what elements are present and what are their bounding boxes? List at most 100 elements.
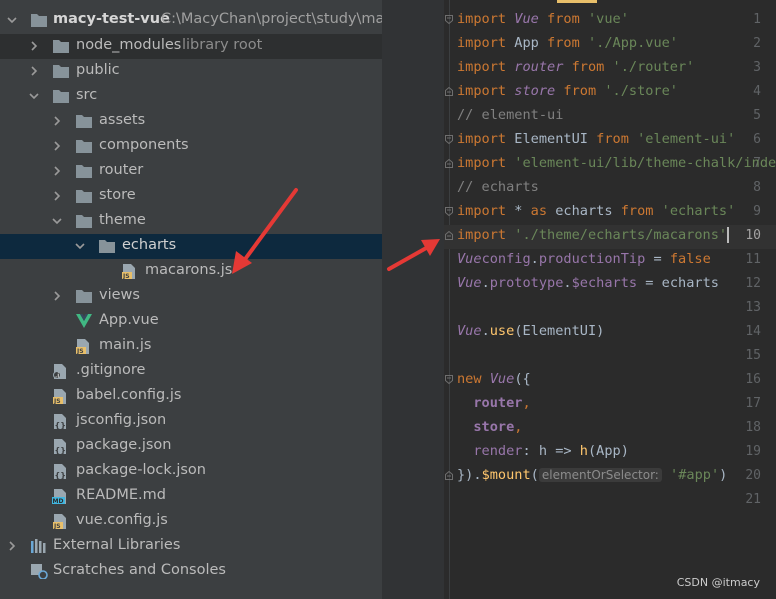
tree-item-label: router <box>99 162 144 178</box>
tree-row-main-js[interactable]: JS main.js <box>0 334 382 359</box>
tree-row-router[interactable]: router <box>0 159 382 184</box>
parameter-hint: elementOrSelector: <box>538 468 662 482</box>
fold-marker-icon[interactable] <box>445 15 453 24</box>
tree-row-node-modules[interactable]: node_modules library root <box>0 34 382 59</box>
project-path: C:\MacyChan\project\study\macy <box>161 11 382 27</box>
line-number: 21 <box>745 492 761 507</box>
code-line-2[interactable]: import App from './App.vue' <box>457 35 678 51</box>
folder-icon <box>75 188 93 204</box>
keyword: import <box>457 11 515 27</box>
assignment: = echarts <box>637 275 719 291</box>
fold-marker-icon[interactable] <box>445 207 453 216</box>
tree-row-views[interactable]: views <box>0 284 382 309</box>
javascript-file-icon: JS <box>52 513 70 530</box>
code-line-7[interactable]: import 'element-ui/lib/theme-chalk/index <box>457 155 776 171</box>
code-line-9[interactable]: import * as echarts from 'echarts' <box>457 203 735 219</box>
tree-row-jsconfig[interactable]: {} jsconfig.json <box>0 409 382 434</box>
tree-row-package-lock[interactable]: {} package-lock.json <box>0 459 382 484</box>
property: $echarts <box>571 275 638 291</box>
code-line-17[interactable]: router, <box>457 395 530 411</box>
chevron-down-icon[interactable] <box>29 91 39 101</box>
comment: // echarts <box>457 179 539 195</box>
fold-marker-icon[interactable] <box>445 135 453 144</box>
code-line-10[interactable]: import './theme/echarts/macarons' <box>457 227 730 243</box>
tree-item-label: jsconfig.json <box>76 412 167 428</box>
tree-item-label: External Libraries <box>53 537 181 553</box>
code-line-8[interactable]: // echarts <box>457 179 539 195</box>
tree-row-scratches[interactable]: Scratches and Consoles <box>0 559 382 584</box>
chevron-right-icon[interactable] <box>7 541 17 551</box>
code-line-16[interactable]: new Vue({ <box>457 371 531 387</box>
tree-item-label: store <box>99 187 136 203</box>
folder-icon <box>75 113 93 129</box>
folder-icon <box>98 238 116 254</box>
line-number: 19 <box>745 444 761 459</box>
identifier: Vue <box>457 275 482 291</box>
chevron-right-icon[interactable] <box>52 191 62 201</box>
code-line-4[interactable]: import store from './store' <box>457 83 678 99</box>
chevron-right-icon[interactable] <box>52 116 62 126</box>
identifier: Vue <box>489 371 515 387</box>
tree-row-assets[interactable]: assets <box>0 109 382 134</box>
tree-row-components[interactable]: components <box>0 134 382 159</box>
code-line-19[interactable]: render: h => h(App) <box>457 443 629 459</box>
code-line-5[interactable]: // element-ui <box>457 107 563 123</box>
chevron-right-icon[interactable] <box>29 66 39 76</box>
code-line-11[interactable]: Vueconfig.productionTip = false <box>457 251 711 267</box>
tree-row-store[interactable]: store <box>0 184 382 209</box>
function-name: h <box>579 443 588 459</box>
tree-row-macarons-js[interactable]: JS macarons.js <box>0 259 382 284</box>
tree-item-label: README.md <box>76 487 166 503</box>
keyword: import <box>457 203 515 219</box>
tree-row-echarts[interactable]: echarts <box>0 234 382 259</box>
punctuation: ) <box>719 467 728 483</box>
chevron-right-icon[interactable] <box>52 141 62 151</box>
tree-row-app-vue[interactable]: App.vue <box>0 309 382 334</box>
tree-row-readme[interactable]: MD README.md <box>0 484 382 509</box>
chevron-down-icon[interactable] <box>75 241 85 251</box>
tree-row-theme[interactable]: theme <box>0 209 382 234</box>
tree-row-package-json[interactable]: {} package.json <box>0 434 382 459</box>
tree-item-label: views <box>99 287 140 303</box>
code-line-12[interactable]: Vue.prototype.$echarts = echarts <box>457 275 719 291</box>
chevron-right-icon[interactable] <box>29 41 39 51</box>
code-line-14[interactable]: Vue.use(ElementUI) <box>457 323 604 339</box>
tree-row-public[interactable]: public <box>0 59 382 84</box>
code-line-1[interactable]: import Vue from 'vue' <box>457 11 629 27</box>
chevron-down-icon[interactable] <box>52 216 62 226</box>
gitignore-file-icon: .i <box>52 363 70 380</box>
fold-marker-icon[interactable] <box>445 231 453 240</box>
punctuation: ({ <box>514 371 531 387</box>
tree-row-external-libraries[interactable]: External Libraries <box>0 534 382 559</box>
tree-item-label: Scratches and Consoles <box>53 562 226 578</box>
string: './theme/echarts/macarons' <box>514 227 728 243</box>
chevron-right-icon[interactable] <box>52 291 62 301</box>
code-line-20[interactable]: }).$mount(elementOrSelector: '#app') <box>457 467 727 483</box>
code-line-6[interactable]: import ElementUI from 'element-ui' <box>457 131 735 147</box>
fold-marker-icon[interactable] <box>445 375 453 384</box>
fold-marker-icon[interactable] <box>445 159 453 168</box>
line-number: 5 <box>753 108 761 123</box>
chevron-right-icon[interactable] <box>52 166 62 176</box>
fold-marker-icon[interactable] <box>445 471 453 480</box>
code-line-18[interactable]: store, <box>457 419 522 435</box>
tree-row-gitignore[interactable]: .i .gitignore <box>0 359 382 384</box>
code-editor[interactable]: 1 2 3 4 5 6 7 8 9 10 11 12 13 14 15 16 1… <box>382 0 776 599</box>
keyword: as <box>530 203 556 219</box>
line-number: 12 <box>745 276 761 291</box>
tree-row-babel-config[interactable]: JS babel.config.js <box>0 384 382 409</box>
tree-row-src[interactable]: src <box>0 84 382 109</box>
fold-marker-icon[interactable] <box>445 87 453 96</box>
line-number: 14 <box>745 324 761 339</box>
text-caret <box>727 227 730 243</box>
arguments: (App) <box>587 443 629 459</box>
tree-row-project-root[interactable]: macy-test-vue C:\MacyChan\project\study\… <box>0 8 382 33</box>
tree-item-label: src <box>76 87 98 103</box>
markdown-file-icon: MD <box>52 488 70 505</box>
tree-item-label: theme <box>99 212 146 228</box>
tree-row-vue-config[interactable]: JS vue.config.js <box>0 509 382 534</box>
code-line-3[interactable]: import router from './router' <box>457 59 694 75</box>
chevron-down-icon[interactable] <box>7 15 17 25</box>
keyword: new <box>457 371 490 387</box>
